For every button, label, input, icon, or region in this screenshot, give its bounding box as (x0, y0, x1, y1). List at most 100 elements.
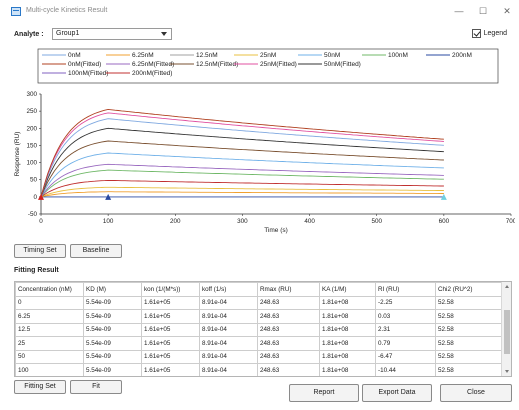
scroll-down-icon[interactable] (505, 370, 509, 373)
table-cell: 52.58 (435, 309, 502, 324)
table-cell: 248.63 (257, 309, 320, 324)
table-cell: -2.25 (375, 295, 436, 310)
table-cell: 52.58 (435, 336, 502, 351)
legend-entry: 100nM(Fitted) (68, 70, 108, 77)
table-cell: 12.5 (15, 322, 84, 337)
y-tick-label: 0 (33, 194, 37, 201)
column-header[interactable]: RI (RU) (375, 282, 436, 297)
table-cell: 1.61e+05 (141, 363, 200, 376)
column-header[interactable]: koff (1/s) (199, 282, 258, 297)
scroll-thumb[interactable] (504, 310, 510, 354)
table-cell: 5.54e-09 (83, 336, 142, 351)
column-header[interactable]: Concentration (nM) (15, 282, 84, 297)
fitting-result-table: Concentration (nM) KD (M) kon (1/(M*s)) kof… (14, 281, 512, 377)
legend-entry: 25nM (260, 52, 276, 59)
column-header[interactable]: Chi2 (RU^2) (435, 282, 502, 297)
legend-entry: 0nM (68, 52, 81, 59)
column-header[interactable]: KA (1/M) (319, 282, 376, 297)
table-cell: 1.81e+08 (319, 363, 376, 376)
x-tick-label: 0 (39, 218, 43, 225)
close-button[interactable]: Close (440, 384, 512, 402)
table-cell: 52.58 (435, 349, 502, 364)
window-title: Multi-cycle Kinetics Result (26, 7, 108, 14)
title-bar: Multi-cycle Kinetics Result — ☐ ✕ (0, 0, 519, 22)
table-cell: 0.03 (375, 309, 436, 324)
baseline-button[interactable]: Baseline (70, 244, 122, 258)
x-axis-label: Time (s) (264, 227, 288, 234)
table-cell: 5.54e-09 (83, 349, 142, 364)
y-tick-label: -50 (28, 211, 38, 218)
column-header[interactable]: Rmax (RU) (257, 282, 320, 297)
y-tick-label: 300 (26, 91, 37, 98)
y-axis-label: Response (RU) (14, 132, 21, 177)
x-tick-label: 300 (237, 218, 248, 225)
table-row[interactable]: 25 5.54e-09 1.61e+05 8.91e-04 248.63 1.81e+08… (15, 336, 502, 351)
table-cell: 52.58 (435, 322, 502, 337)
legend-entry: 12.5nM(Fitted) (196, 61, 238, 68)
table-cell: 1.81e+08 (319, 349, 376, 364)
fit-button[interactable]: Fit (70, 380, 122, 394)
legend-entry: 50nM(Fitted) (324, 61, 361, 68)
close-window-button[interactable]: ✕ (500, 5, 514, 17)
table-cell: 100 (15, 363, 84, 376)
legend-checkbox[interactable] (471, 29, 481, 38)
legend-entry: 50nM (324, 52, 340, 59)
table-cell: 5.54e-09 (83, 309, 142, 324)
legend-entry: 100nM (388, 52, 408, 59)
fitting-set-button[interactable]: Fitting Set (14, 380, 66, 394)
table-cell: 1.81e+08 (319, 322, 376, 337)
legend-entry: 12.5nM (196, 52, 218, 59)
table-cell: 25 (15, 336, 84, 351)
analyte-label: Analyte : (14, 31, 44, 38)
x-tick-label: 600 (439, 218, 450, 225)
table-row[interactable]: 100 5.54e-09 1.61e+05 8.91e-04 248.63 1.81e+0… (15, 363, 502, 376)
legend-entry: 0nM(Fitted) (68, 61, 101, 68)
table-cell: 52.58 (435, 295, 502, 310)
table-cell: 1.61e+05 (141, 336, 200, 351)
y-tick-label: 200 (26, 125, 37, 132)
table-cell: -6.47 (375, 349, 436, 364)
legend-entry: 200nM (452, 52, 472, 59)
table-cell: 0.79 (375, 336, 436, 351)
table-cell: 5.54e-09 (83, 363, 142, 376)
analyte-dropdown[interactable]: Group1 (52, 28, 172, 40)
x-tick-label: 100 (103, 218, 114, 225)
fitting-result-title: Fitting Result (14, 267, 59, 274)
export-data-button[interactable]: Export Data (362, 384, 432, 402)
chevron-down-icon (161, 32, 167, 36)
maximize-button[interactable]: ☐ (476, 5, 490, 17)
column-header[interactable]: kon (1/(M*s)) (141, 282, 200, 297)
table-row[interactable]: 50 5.54e-09 1.61e+05 8.91e-04 248.63 1.81e+08… (15, 349, 502, 364)
minimize-button[interactable]: — (452, 5, 466, 17)
timing-set-button[interactable]: Timing Set (14, 244, 66, 258)
table-cell: 52.58 (435, 363, 502, 376)
table-cell: 8.91e-04 (199, 322, 258, 337)
table-row[interactable]: 12.5 5.54e-09 1.61e+05 8.91e-04 248.63 1.81e+… (15, 322, 502, 337)
table-cell: 248.63 (257, 322, 320, 337)
legend-toggle[interactable]: Legend (471, 29, 507, 38)
table-cell: 5.54e-09 (83, 322, 142, 337)
table-cell: 1.61e+05 (141, 322, 200, 337)
report-button[interactable]: Report (289, 384, 359, 402)
app-icon (11, 7, 21, 16)
table-cell: 8.91e-04 (199, 309, 258, 324)
column-header[interactable]: KD (M) (83, 282, 142, 297)
kinetics-chart-svg: 0nM 6.25nM 12.5nM 25nM 50nM 100nM 200nM 0nM(Fit… (14, 48, 517, 234)
table-cell: 248.63 (257, 363, 320, 376)
table-cell: 8.91e-04 (199, 363, 258, 376)
table-cell: 1.61e+05 (141, 349, 200, 364)
table-row[interactable]: 6.25 5.54e-09 1.61e+05 8.91e-04 248.63 1.81e+… (15, 309, 502, 324)
x-tick-label: 500 (371, 218, 382, 225)
scroll-up-icon[interactable] (505, 285, 509, 288)
table-scrollbar[interactable] (501, 282, 511, 376)
table-cell: 0 (15, 295, 84, 310)
table-cell: 2.31 (375, 322, 436, 337)
table-cell: 248.63 (257, 295, 320, 310)
plot-area (41, 94, 511, 214)
legend-entry: 6.25nM (132, 52, 154, 59)
legend-entry: 200nM(Fitted) (132, 70, 172, 77)
table-row[interactable]: 0 5.54e-09 1.61e+05 8.91e-04 248.63 1.81e+08-… (15, 295, 502, 310)
y-tick-label: 100 (26, 160, 37, 167)
table-cell: 1.61e+05 (141, 295, 200, 310)
table-cell: 1.81e+08 (319, 309, 376, 324)
